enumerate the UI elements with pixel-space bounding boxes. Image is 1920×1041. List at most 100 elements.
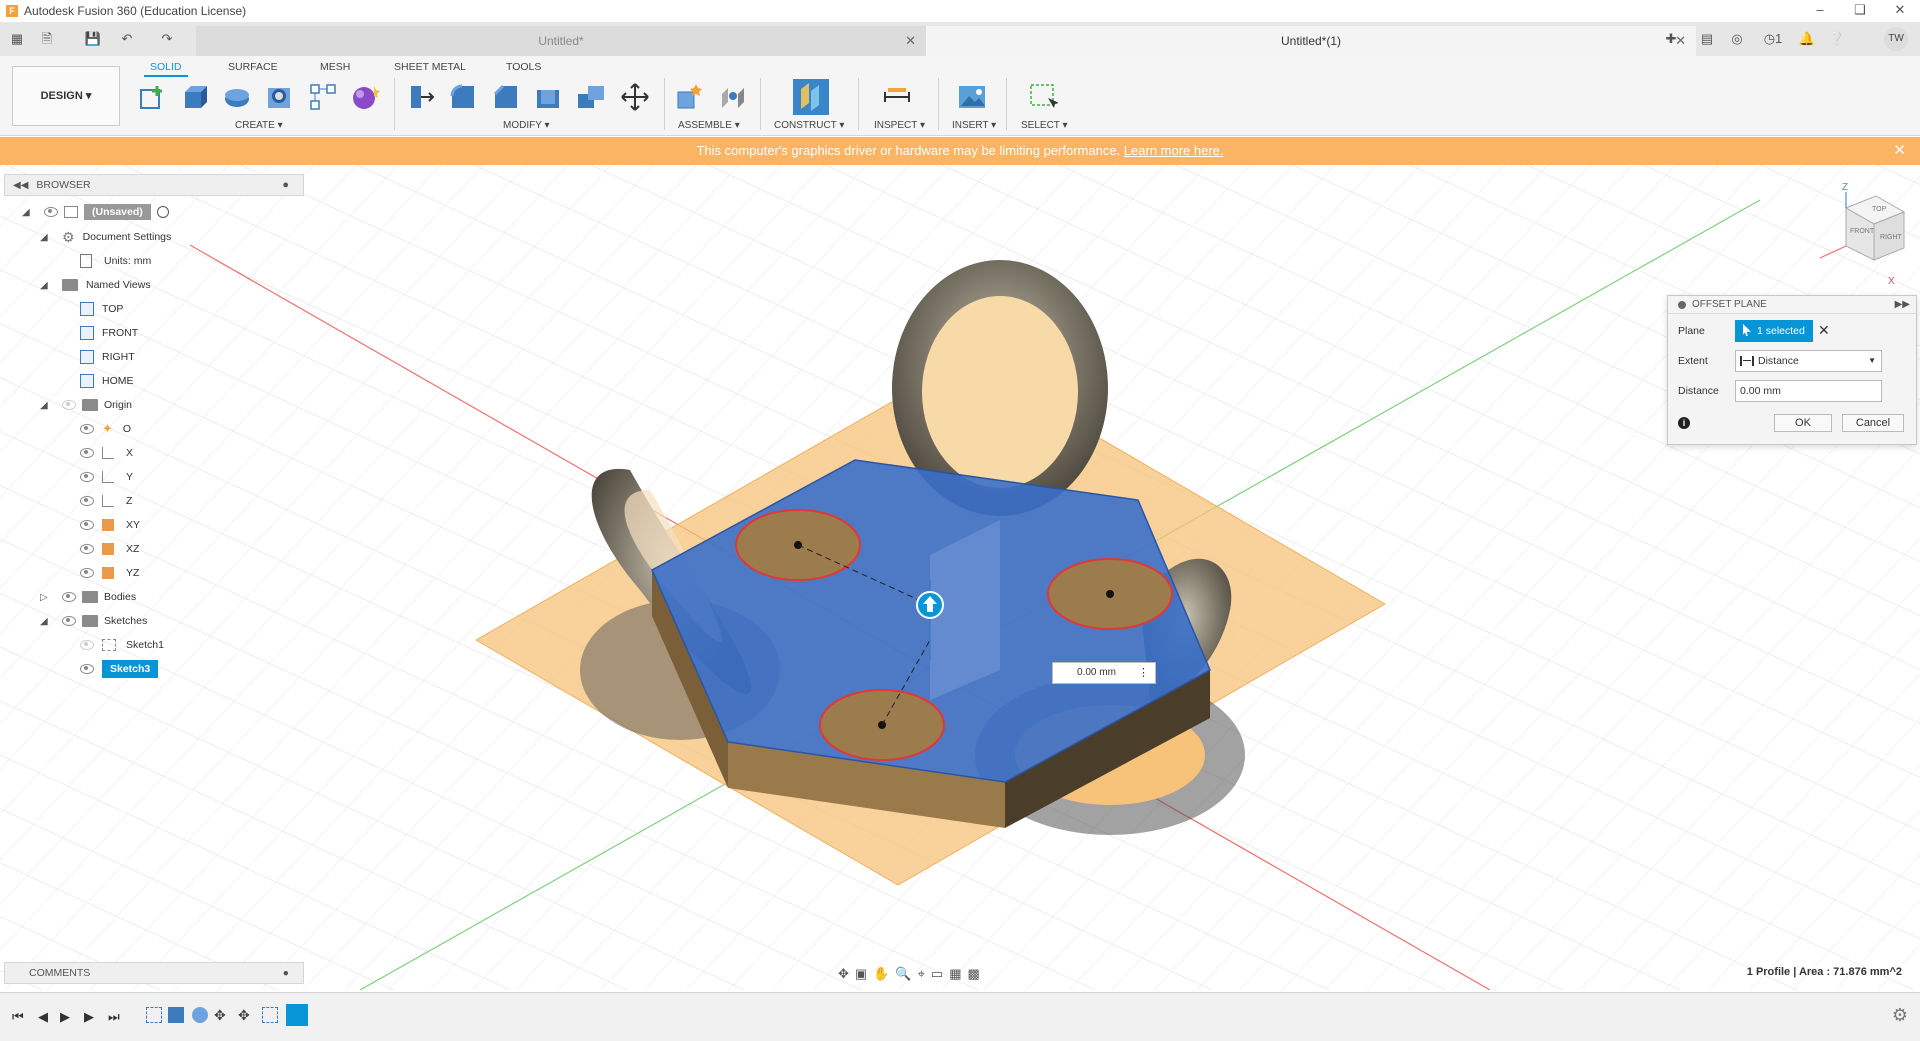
tree-node-bodies[interactable]: ▷ Bodies (40, 587, 136, 607)
workspace-switcher[interactable]: DESIGN ▾ (12, 66, 120, 126)
tree-node-plane-yz[interactable]: YZ (80, 563, 139, 583)
modify-group-label[interactable]: MODIFY ▾ (503, 120, 550, 131)
pattern-icon[interactable] (306, 80, 340, 114)
construct-group-label[interactable]: CONSTRUCT ▾ (774, 120, 844, 131)
visibility-eye-icon[interactable] (62, 592, 76, 602)
ok-button[interactable]: OK (1774, 414, 1832, 432)
tree-node-view-top[interactable]: TOP (80, 299, 123, 319)
expand-triangle-icon[interactable]: ▷ (40, 592, 62, 603)
timeline-move-icon[interactable]: ✥ (214, 1007, 230, 1023)
new-tab-icon[interactable]: ✚ (1660, 29, 1682, 49)
look-at-icon[interactable]: ▣ (855, 966, 867, 982)
file-menu-icon[interactable]: 🗎 (38, 30, 56, 48)
more-options-icon[interactable]: ⋮ (1138, 663, 1149, 683)
new-component-icon[interactable] (672, 80, 706, 114)
pin-icon[interactable]: ● (282, 179, 289, 191)
clear-selection-icon[interactable]: ✕ (1818, 322, 1830, 339)
document-tab[interactable]: Untitled* ✕ (196, 26, 926, 56)
move-copy-icon[interactable] (618, 80, 652, 114)
extensions-icon[interactable]: ▤ (1696, 29, 1718, 49)
tab-tools[interactable]: TOOLS (500, 59, 547, 75)
offset-plane-icon[interactable] (792, 78, 830, 116)
tree-node-named-views[interactable]: ◢ Named Views (40, 275, 151, 295)
cancel-button[interactable]: Cancel (1842, 414, 1904, 432)
visibility-eye-icon[interactable] (62, 400, 76, 410)
visibility-eye-icon[interactable] (44, 207, 58, 217)
tree-node-units[interactable]: Units: mm (80, 251, 151, 271)
distance-input[interactable]: 0.00 mm (1735, 380, 1882, 402)
revolve-icon[interactable] (220, 80, 254, 114)
visibility-eye-icon[interactable] (80, 448, 94, 458)
visibility-eye-icon[interactable] (80, 496, 94, 506)
canvas-distance-input[interactable]: 0.00 mm ⋮ (1052, 662, 1156, 684)
select-icon[interactable] (1026, 80, 1060, 114)
create-group-label[interactable]: CREATE ▾ (235, 120, 283, 131)
create-sketch-icon[interactable] (135, 80, 169, 114)
apps-grid-icon[interactable]: ▦ (8, 30, 26, 48)
add-comment-icon[interactable]: ● (283, 963, 289, 983)
inspect-group-label[interactable]: INSPECT ▾ (874, 120, 925, 131)
step-forward-icon[interactable]: ▶ (84, 1009, 94, 1025)
document-tab-active[interactable]: Untitled*(1) ✕ (926, 26, 1696, 56)
view-cube[interactable]: TOP FRONT RIGHT Z X (1810, 182, 1910, 288)
close-tab-icon[interactable]: ✕ (905, 33, 916, 49)
shell-icon[interactable] (531, 80, 565, 114)
tree-node-axis-z[interactable]: Z (80, 491, 132, 511)
activate-radio-icon[interactable] (156, 206, 169, 218)
fillet-icon[interactable] (446, 80, 480, 114)
timeline-move-icon[interactable]: ✥ (238, 1007, 254, 1023)
cube-right-label[interactable]: RIGHT (1880, 234, 1902, 241)
go-to-end-icon[interactable]: ⏭ (108, 1009, 120, 1025)
visibility-eye-icon[interactable] (80, 520, 94, 530)
tree-node-axis-x[interactable]: X (80, 443, 133, 463)
fit-icon[interactable]: ⌖ (918, 966, 925, 982)
tree-node-axis-y[interactable]: Y (80, 467, 133, 487)
online-status-icon[interactable]: ◎ (1726, 29, 1748, 49)
info-icon[interactable]: i (1678, 417, 1690, 429)
tree-node-root[interactable]: ◢ (Unsaved) (22, 202, 169, 222)
timeline-extrude-icon[interactable] (168, 1007, 184, 1023)
assemble-group-label[interactable]: ASSEMBLE ▾ (678, 120, 740, 131)
step-back-icon[interactable]: ◀ (38, 1009, 48, 1025)
visibility-eye-icon[interactable] (80, 472, 94, 482)
visibility-eye-icon[interactable] (62, 616, 76, 626)
viewports-icon[interactable]: ▩ (968, 966, 980, 982)
browser-header[interactable]: ◀◀ BROWSER ● (4, 174, 304, 196)
tree-node-document-settings[interactable]: ◢ ⚙ Document Settings (40, 227, 171, 247)
tab-mesh[interactable]: MESH (314, 59, 356, 75)
minimize-button[interactable]: – (1800, 0, 1840, 22)
hole-icon[interactable] (262, 80, 296, 114)
tree-node-origin[interactable]: ◢ Origin (40, 395, 132, 415)
tree-node-sketch1[interactable]: Sketch1 (80, 635, 164, 655)
tab-solid[interactable]: SOLID (144, 59, 188, 77)
timeline-sketch-icon[interactable] (262, 1007, 278, 1023)
collapse-triangle-icon[interactable]: ◢ (40, 232, 62, 243)
display-settings-icon[interactable]: ▭ (931, 966, 943, 982)
timeline-active-sketch-icon[interactable] (286, 1004, 308, 1026)
cube-top-label[interactable]: TOP (1872, 206, 1886, 213)
extrude-icon[interactable] (177, 80, 211, 114)
close-warning-icon[interactable]: ✕ (1893, 137, 1906, 165)
combine-icon[interactable] (574, 80, 608, 114)
tab-surface[interactable]: SURFACE (222, 59, 284, 75)
tab-sheet-metal[interactable]: SHEET METAL (388, 59, 472, 75)
cube-front-label[interactable]: FRONT (1850, 228, 1874, 235)
play-icon[interactable]: ▶ (60, 1009, 70, 1025)
press-pull-icon[interactable] (403, 80, 437, 114)
learn-more-link[interactable]: Learn more here. (1124, 143, 1224, 158)
collapse-browser-icon[interactable]: ◀◀ (13, 180, 28, 191)
visibility-eye-icon[interactable] (80, 664, 94, 674)
zoom-icon[interactable]: 🔍 (895, 966, 911, 982)
visibility-eye-icon[interactable] (80, 424, 94, 434)
tree-node-view-front[interactable]: FRONT (80, 323, 138, 343)
notifications-icon[interactable]: 🔔 (1796, 29, 1818, 49)
insert-canvas-icon[interactable] (955, 80, 989, 114)
redo-icon[interactable]: ↷ (158, 30, 176, 48)
measure-icon[interactable] (880, 80, 914, 114)
tree-node-sketches[interactable]: ◢ Sketches (40, 611, 147, 631)
go-to-start-icon[interactable]: ⏮ (12, 1009, 24, 1025)
comments-panel[interactable]: COMMENTS ● (4, 962, 304, 984)
grid-settings-icon[interactable]: ▦ (949, 966, 961, 982)
user-avatar[interactable]: TW (1884, 27, 1908, 51)
joint-icon[interactable] (716, 80, 750, 114)
